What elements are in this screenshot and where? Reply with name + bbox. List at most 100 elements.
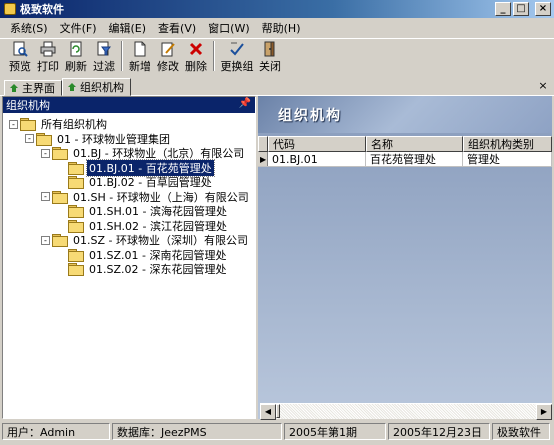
folder-icon [68, 161, 84, 175]
folder-icon [20, 118, 36, 132]
scroll-track[interactable] [276, 404, 536, 419]
panel-title: 组织机构 [6, 99, 50, 112]
column-header-category[interactable]: 组织机构类别 [463, 136, 552, 152]
change-group-icon [229, 41, 245, 57]
folder-icon [52, 147, 68, 161]
refresh-icon [68, 41, 84, 57]
tree-node[interactable]: 01.BJ.01 - 百花苑管理处 [3, 158, 255, 177]
scroll-thumb[interactable] [276, 404, 280, 418]
grid-area: 代码 名称 组织机构类别 ▶ 01.BJ.01 百花苑管理处 管理处 ◀ ▶ [258, 133, 552, 420]
folder-icon [68, 219, 84, 233]
tree-node[interactable]: -01 - 环球物业管理集团 [3, 132, 255, 147]
close-button[interactable]: 关闭 [256, 39, 284, 73]
tree-node[interactable]: 01.BJ.02 - 百草园管理处 [3, 175, 255, 190]
add-icon [132, 41, 148, 57]
collapse-icon[interactable]: - [41, 192, 50, 202]
status-period: 2005年第1期 [284, 423, 386, 440]
status-date: 2005年12月23日 [388, 423, 490, 440]
print-icon [40, 41, 56, 57]
tab-main-label: 主界面 [22, 82, 55, 95]
preview-button[interactable]: 预览 [6, 39, 34, 73]
folder-icon [68, 263, 84, 277]
collapse-icon[interactable]: - [9, 119, 18, 129]
org-tree-panel: 组织机构 📌 - 所有组织机构 -01 - 环球物业管理集团 -01.BJ - 环球物… [2, 96, 256, 419]
tree-node[interactable]: -01.BJ - 环球物业（北京）有限公司 [3, 146, 255, 161]
menu-help[interactable]: 帮助(H) [256, 20, 307, 36]
edit-icon [160, 41, 176, 57]
banner: 组织机构 [258, 96, 552, 133]
tree-node[interactable]: -01.SZ - 环球物业（深圳）有限公司 [3, 233, 255, 248]
refresh-label: 刷新 [65, 60, 87, 73]
status-bar: 用户：Admin 数据库：JeezPMS 2005年第1期 2005年12月23… [0, 421, 554, 443]
banner-title: 组织机构 [278, 108, 342, 124]
collapse-icon[interactable]: - [41, 148, 50, 158]
pin-icon[interactable]: 📌 [239, 98, 251, 109]
grid-corner [258, 136, 268, 152]
horizontal-scrollbar[interactable]: ◀ ▶ [260, 403, 552, 420]
scroll-left-button[interactable]: ◀ [260, 404, 276, 420]
menu-bar: 系统(S) 文件(F) 编辑(E) 查看(V) 窗口(W) 帮助(H) [0, 18, 554, 37]
change-group-button[interactable]: 更换组 [218, 39, 256, 73]
tree-node[interactable]: 01.SH.02 - 滨江花园管理处 [3, 219, 255, 234]
window-close-button[interactable]: × [535, 2, 551, 16]
folder-icon [52, 234, 68, 248]
minimize-button[interactable]: _ [495, 2, 511, 16]
add-label: 新增 [129, 60, 151, 73]
preview-icon [12, 41, 28, 57]
grid-header: 代码 名称 组织机构类别 [258, 136, 552, 152]
folder-icon [52, 190, 68, 204]
cell-name: 百花苑管理处 [366, 152, 463, 166]
table-row[interactable]: ▶ 01.BJ.01 百花苑管理处 管理处 [258, 152, 552, 167]
tree-node[interactable]: 01.SZ.02 - 深东花园管理处 [3, 262, 255, 277]
column-header-name[interactable]: 名称 [366, 136, 463, 152]
panel-header: 组织机构 📌 [3, 97, 255, 113]
org-grid: 代码 名称 组织机构类别 ▶ 01.BJ.01 百花苑管理处 管理处 [258, 136, 552, 167]
toolbar-separator [213, 41, 215, 71]
tree-node-label: 01.SZ.02 - 深东花园管理处 [89, 263, 227, 277]
edit-label: 修改 [157, 60, 179, 73]
refresh-button[interactable]: 刷新 [62, 39, 90, 73]
status-user: 用户：Admin [2, 423, 110, 440]
print-button[interactable]: 打印 [34, 39, 62, 73]
app-icon [4, 3, 16, 15]
preview-label: 预览 [9, 60, 31, 73]
tab-organization-label: 组织机构 [80, 81, 124, 94]
menu-view[interactable]: 查看(V) [152, 20, 202, 36]
cell-category: 管理处 [463, 152, 552, 166]
collapse-icon[interactable]: - [25, 134, 34, 144]
close-label: 关闭 [259, 60, 281, 73]
status-brand: 极致软件 [492, 423, 550, 440]
folder-icon [68, 205, 84, 219]
filter-button[interactable]: 过滤 [90, 39, 118, 73]
tree-node[interactable]: 01.SZ.01 - 深南花园管理处 [3, 248, 255, 263]
toolbar-separator [121, 41, 123, 71]
scroll-right-button[interactable]: ▶ [536, 404, 552, 420]
tree-node[interactable]: - 所有组织机构 [3, 117, 255, 132]
tab-organization[interactable]: 组织机构 [62, 78, 131, 96]
tab-arrow-icon [10, 84, 18, 92]
tab-main[interactable]: 主界面 [4, 80, 62, 96]
delete-icon [188, 41, 204, 57]
folder-icon [36, 132, 52, 146]
edit-button[interactable]: 修改 [154, 39, 182, 73]
menu-system[interactable]: 系统(S) [4, 20, 54, 36]
maximize-button[interactable]: □ [513, 2, 529, 16]
folder-icon [68, 248, 84, 262]
change-group-label: 更换组 [220, 60, 254, 73]
menu-file[interactable]: 文件(F) [54, 20, 103, 36]
tree-node[interactable]: 01.SH.01 - 滨海花园管理处 [3, 204, 255, 219]
filter-label: 过滤 [93, 60, 115, 73]
tab-strip: 主界面 组织机构 × [0, 78, 554, 96]
tree-node[interactable]: -01.SH - 环球物业（上海）有限公司 [3, 190, 255, 205]
window-title: 极致软件 [20, 3, 64, 16]
column-header-code[interactable]: 代码 [268, 136, 366, 152]
add-button[interactable]: 新增 [126, 39, 154, 73]
collapse-icon[interactable]: - [41, 235, 50, 245]
delete-button[interactable]: 删除 [182, 39, 210, 73]
tab-close-icon[interactable]: × [536, 79, 550, 93]
menu-window[interactable]: 窗口(W) [202, 20, 255, 36]
filter-icon [96, 41, 112, 57]
org-tree: - 所有组织机构 -01 - 环球物业管理集团 -01.BJ - 环球物业（北京）有限… [3, 113, 255, 277]
menu-edit[interactable]: 编辑(E) [103, 20, 153, 36]
print-label: 打印 [37, 60, 59, 73]
